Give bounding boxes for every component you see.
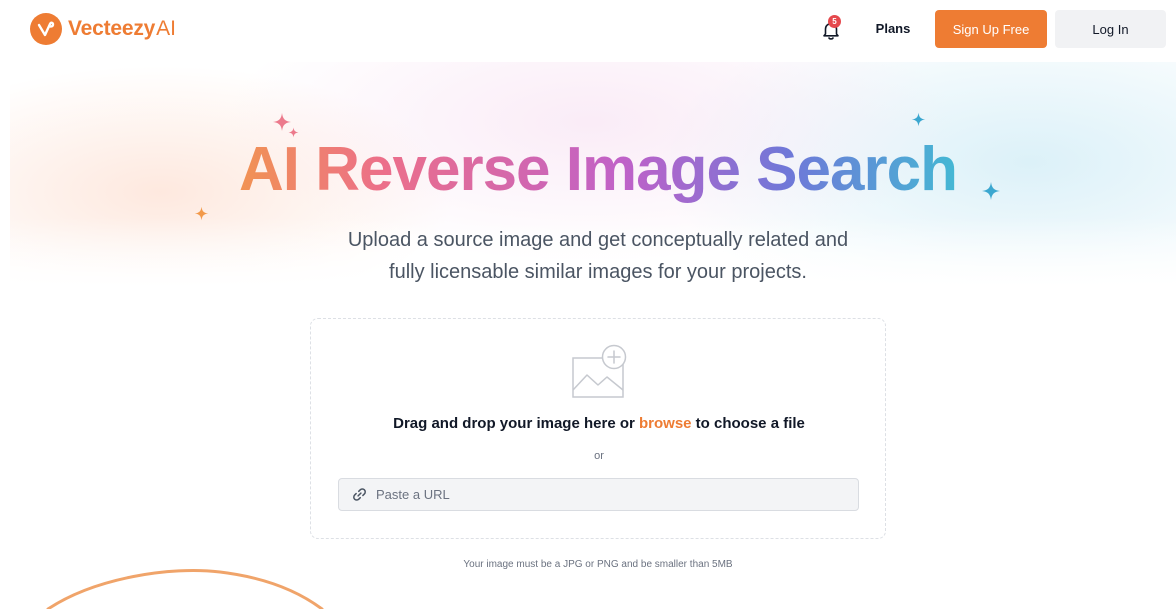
subtitle-line-1: Upload a source image and get conceptual… [347, 229, 849, 251]
brand-name: Vecteezy [68, 17, 156, 40]
brand-logo[interactable]: Vecteezy AI [30, 13, 176, 45]
drop-text-prefix: Drag and drop your image here or [393, 415, 639, 432]
url-field[interactable] [338, 478, 859, 511]
or-divider-text: or [594, 450, 604, 462]
image-add-icon[interactable] [571, 344, 629, 400]
page-title: AI Reverse Image Search [0, 134, 1176, 206]
image-dropzone[interactable]: Drag and drop your image here or browse … [310, 318, 886, 539]
sign-up-button[interactable]: Sign Up Free [935, 10, 1047, 48]
hero-subtitle: Upload a source image and get conceptual… [238, 224, 958, 288]
notification-count-badge: 5 [828, 15, 841, 28]
decorative-curve [46, 569, 324, 609]
notifications-button[interactable]: 5 [818, 15, 844, 43]
drop-instructions: Drag and drop your image here or browse … [311, 415, 887, 432]
log-in-button[interactable]: Log In [1055, 10, 1166, 48]
brand-suffix: AI [156, 17, 176, 40]
subtitle-line-2: fully licensable similar images for your… [389, 261, 807, 283]
vecteezy-logo-icon [30, 13, 62, 45]
drop-text-suffix: to choose a file [691, 415, 805, 432]
sparkle-icon [194, 206, 209, 221]
link-icon [353, 488, 366, 501]
browse-link[interactable]: browse [639, 415, 692, 432]
url-input[interactable] [367, 479, 858, 510]
site-header: Vecteezy AI 5 Plans Sign Up Free Log In [0, 0, 1176, 62]
plans-link[interactable]: Plans [864, 21, 922, 36]
sparkle-icon [911, 112, 926, 127]
